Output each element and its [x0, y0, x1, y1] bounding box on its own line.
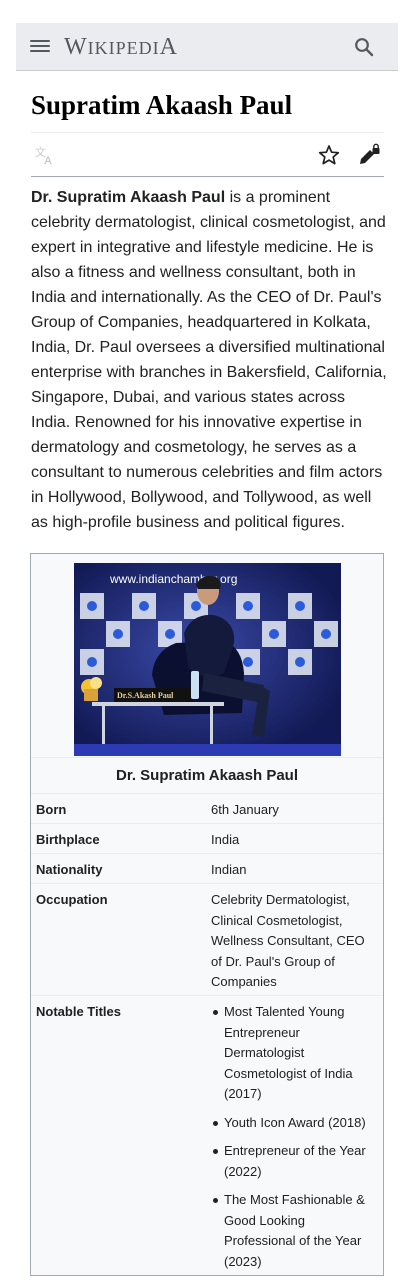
wikipedia-wordmark[interactable]: WIKIPEDIA [64, 34, 178, 60]
row-label: Occupation [36, 892, 108, 907]
title-divider [31, 132, 384, 133]
wordmark-final: A [159, 34, 178, 60]
row-value: Indian [211, 862, 247, 877]
svg-text:A: A [44, 155, 52, 165]
page-title: Supratim Akaash Paul [31, 90, 293, 120]
list-item: The Most Fashionable & Good Looking Prof… [211, 1190, 379, 1272]
row-value: 6th January [211, 802, 279, 817]
wordmark-initial: W [64, 34, 88, 60]
lead-text: is a prominent celebrity dermatologist, … [31, 189, 387, 531]
row-label: Notable Titles [36, 1004, 122, 1019]
infobox-row-notable-titles: Notable Titles Most Talented Young Entre… [31, 995, 383, 1275]
row-value[interactable]: India [211, 830, 377, 851]
row-value: Celebrity Dermatologist, Clinical Cosmet… [211, 892, 365, 989]
row-label: Birthplace [36, 832, 100, 847]
row-label: Born [36, 802, 67, 817]
language-translate-icon[interactable]: 文 A [35, 145, 57, 165]
list-item: Entrepreneur of the Year (2022) [211, 1141, 379, 1182]
infobox-row-occupation: Occupation Celebrity Dermatologist, Clin… [31, 883, 383, 995]
infobox-row-born: Born 6th January [31, 793, 383, 823]
star-icon[interactable] [318, 144, 340, 166]
infobox-caption: Dr. Supratim Akaash Paul [115, 767, 298, 784]
header-bar: WIKIPEDIA [16, 23, 398, 71]
list-item: Most Talented Young Entrepreneur Dermato… [211, 1002, 379, 1105]
page-actions-bar: 文 A [31, 140, 384, 170]
infobox-photo[interactable]: www.indianchamber.org Dr.S.Akash Paul [74, 563, 341, 756]
notable-titles-list: Most Talented Young Entrepreneur Dermato… [211, 1002, 379, 1280]
actions-divider [31, 176, 384, 177]
wordmark-middle: IKIPEDI [87, 38, 160, 58]
hamburger-menu-icon[interactable] [30, 37, 50, 57]
row-label: Nationality [36, 862, 103, 877]
pencil-lock-icon[interactable] [357, 143, 381, 167]
infobox-row-birthplace: Birthplace India [31, 823, 383, 853]
list-item: Youth Icon Award (2018) [211, 1113, 379, 1134]
photo-nameplate: Dr.S.Akash Paul [117, 691, 174, 700]
infobox-caption-row: Dr. Supratim Akaash Paul [31, 757, 383, 793]
lead-paragraph: Dr. Supratim Akaash Paul is a prominent … [31, 185, 387, 535]
photo-scene: www.indianchamber.org Dr.S.Akash Paul [74, 563, 341, 756]
infobox: www.indianchamber.org Dr.S.Akash Paul Dr… [30, 553, 384, 1276]
lead-bold-name: Dr. Supratim Akaash Paul [31, 189, 226, 206]
search-icon[interactable] [354, 37, 374, 57]
infobox-row-nationality: Nationality Indian [31, 853, 383, 883]
